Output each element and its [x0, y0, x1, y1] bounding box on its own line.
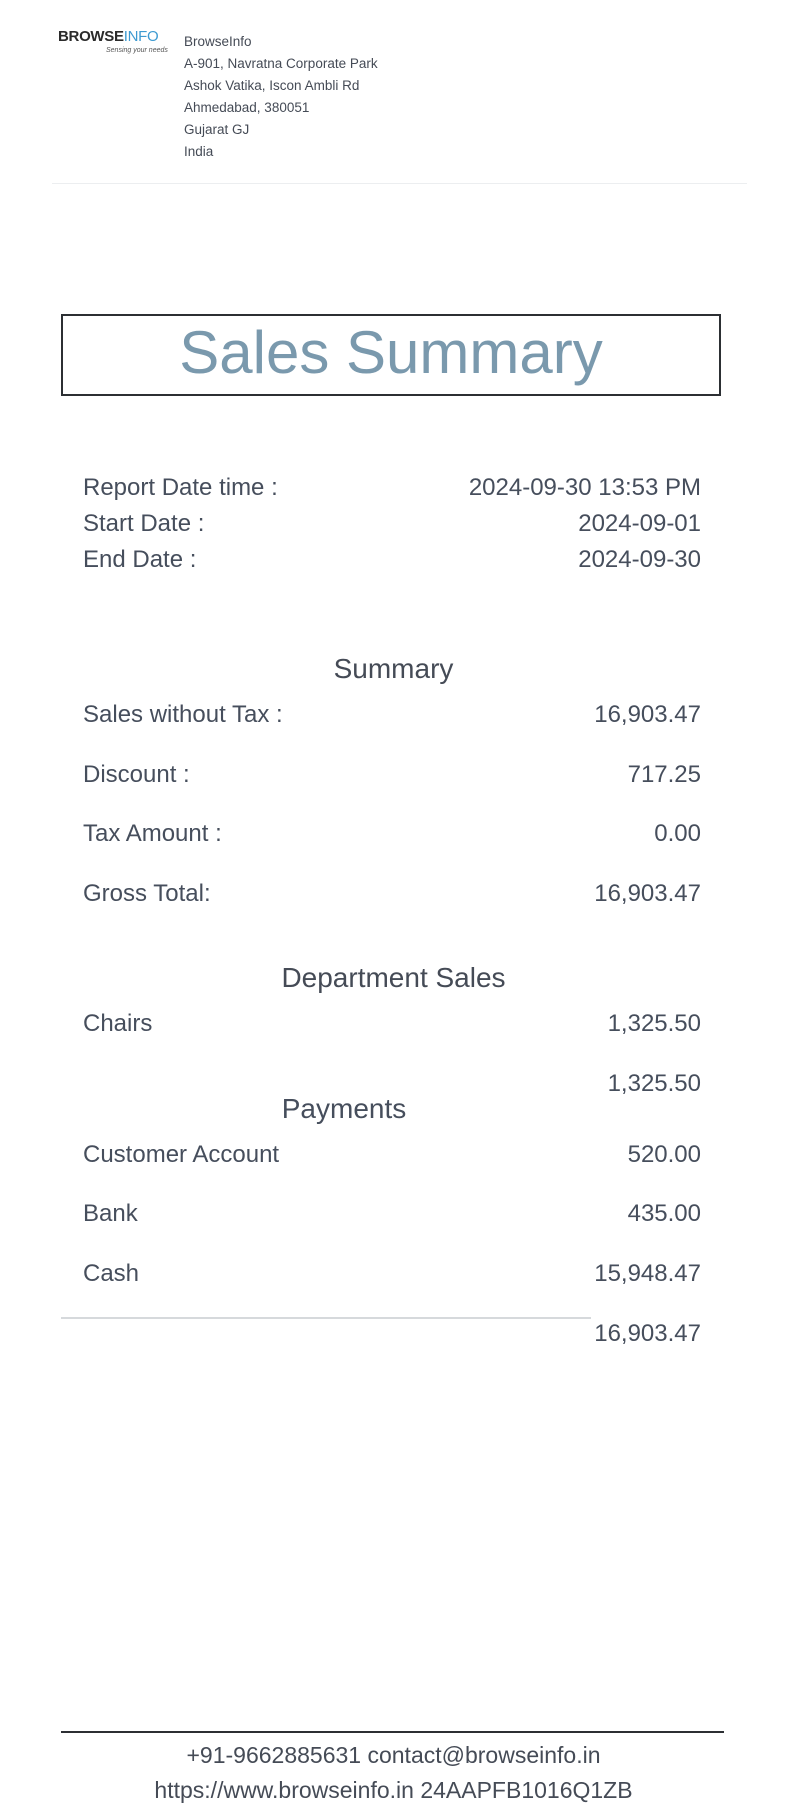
summary-row: Discount : 717.25	[83, 759, 701, 791]
payments-title: Payments	[281, 1093, 407, 1124]
payment-label: Cash	[83, 1260, 140, 1287]
payment-row: Customer Account 520.00	[83, 1139, 701, 1171]
summary-label: Tax Amount :	[83, 820, 222, 847]
start-date-row: Start Date : 2024-09-01	[83, 508, 701, 540]
payment-row: Bank 435.00	[83, 1198, 701, 1230]
payments-total-value: 16,903.47	[594, 1320, 701, 1347]
department-total-value: 1,325.50	[607, 1070, 701, 1097]
payment-row: Cash 15,948.47	[83, 1258, 701, 1290]
logo-text-dark: BROWSE	[58, 28, 124, 45]
department-row: Chairs 1,325.50	[83, 1008, 701, 1040]
end-date-row: End Date : 2024-09-30	[83, 544, 701, 576]
footer-website: https://www.browseinfo.in	[154, 1777, 414, 1803]
payment-value: 435.00	[627, 1200, 701, 1227]
summary-value: 0.00	[654, 820, 701, 847]
payments-total-row: 16,903.47	[83, 1318, 701, 1350]
summary-value: 16,903.47	[594, 701, 701, 728]
footer-email: contact@browseinfo.in	[367, 1742, 601, 1768]
footer-divider	[61, 1731, 724, 1733]
summary-label: Sales without Tax :	[83, 701, 283, 728]
address-line-2: Ashok Vatika, Iscon Ambli Rd	[184, 78, 360, 93]
company-address: BrowseInfo A-901, Navratna Corporate Par…	[184, 31, 378, 163]
department-value: 1,325.50	[607, 1010, 701, 1037]
footer-web-line: https://www.browseinfo.in 24AAPFB1016Q1Z…	[0, 1773, 787, 1807]
department-label: Chairs	[83, 1010, 153, 1037]
footer-phone: +91-9662885631	[186, 1742, 362, 1768]
address-line-1: A-901, Navratna Corporate Park	[184, 56, 378, 71]
summary-value: 717.25	[627, 761, 701, 788]
summary-row: Gross Total: 16,903.47	[83, 878, 701, 910]
payment-label: Bank	[83, 1200, 138, 1227]
summary-title: Summary	[333, 653, 454, 684]
payment-label: Customer Account	[83, 1141, 280, 1168]
company-logo: BROWSEINFO Sensing your needs	[58, 28, 168, 58]
report-header: BROWSEINFO Sensing your needs BrowseInfo…	[52, 28, 747, 184]
report-datetime-row: Report Date time : 2024-09-30 13:53 PM	[83, 472, 701, 504]
end-date-value: 2024-09-30	[578, 546, 701, 573]
summary-row: Sales without Tax : 16,903.47	[83, 699, 701, 731]
payment-value: 520.00	[627, 1141, 701, 1168]
footer-contact-line: +91-9662885631 contact@browseinfo.in	[0, 1738, 787, 1772]
summary-value: 16,903.47	[594, 880, 701, 907]
company-name: BrowseInfo	[184, 34, 252, 49]
end-date-label: End Date :	[83, 546, 197, 573]
report-title: Sales Summary	[179, 319, 603, 386]
summary-label: Gross Total:	[83, 880, 211, 907]
footer-tax-id: 24AAPFB1016Q1ZB	[420, 1777, 633, 1803]
start-date-label: Start Date :	[83, 510, 205, 537]
logo-tagline: Sensing your needs	[106, 47, 168, 54]
payment-value: 15,948.47	[594, 1260, 701, 1287]
logo-text-accent: INFO	[123, 28, 159, 45]
start-date-value: 2024-09-01	[578, 510, 701, 537]
summary-row: Tax Amount : 0.00	[83, 818, 701, 850]
summary-label: Discount :	[83, 761, 190, 788]
report-title-box: Sales Summary	[61, 314, 721, 396]
department-sales-title: Department Sales	[281, 962, 506, 993]
address-state: Gujarat GJ	[184, 122, 250, 137]
report-datetime-label: Report Date time :	[83, 474, 278, 501]
address-city-zip: Ahmedabad, 380051	[184, 100, 310, 115]
report-datetime-value: 2024-09-30 13:53 PM	[468, 474, 701, 501]
address-country: India	[184, 144, 214, 159]
